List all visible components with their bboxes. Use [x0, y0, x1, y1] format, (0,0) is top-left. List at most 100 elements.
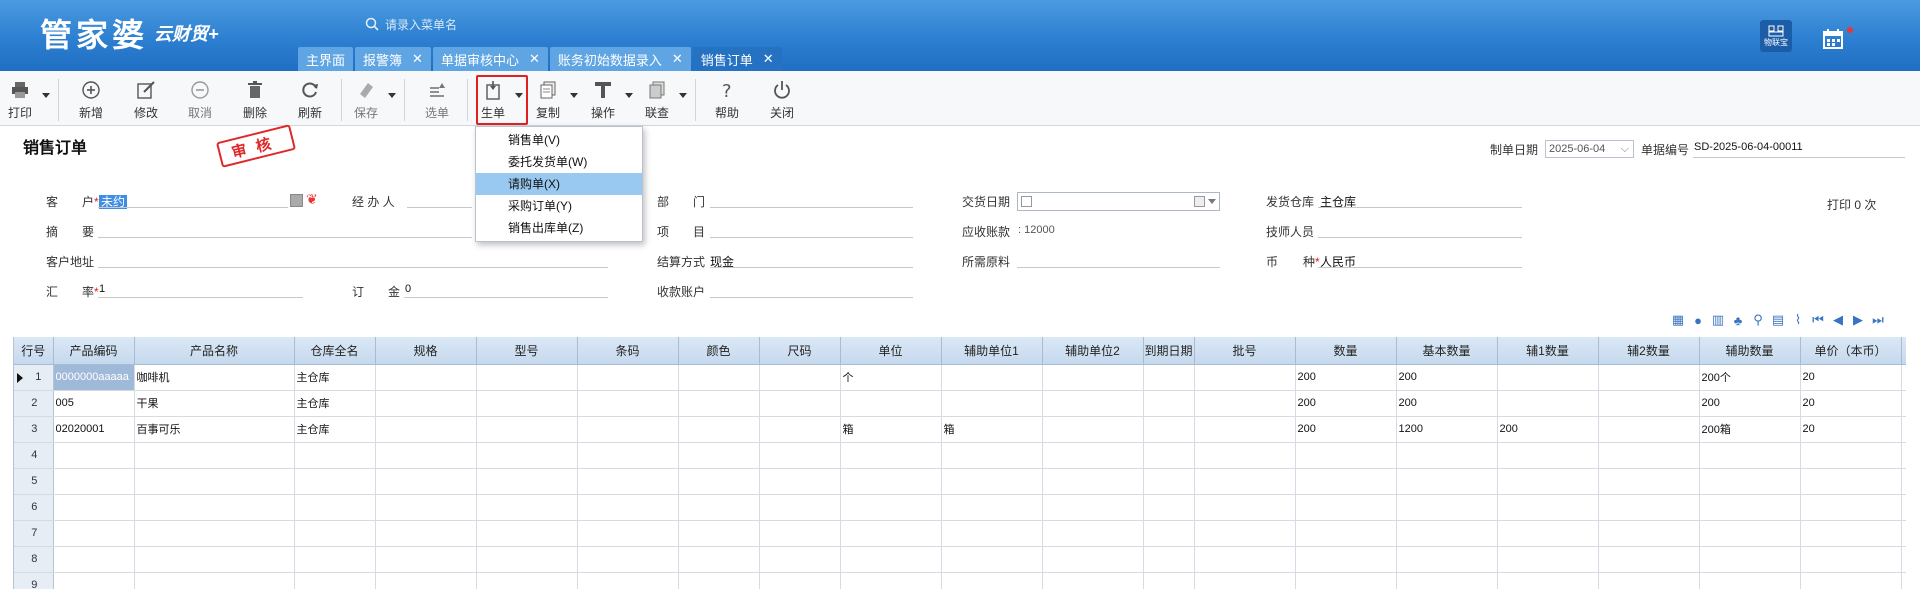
table-cell[interactable]	[759, 416, 841, 443]
table-cell[interactable]	[134, 494, 295, 521]
calculator-icon[interactable]: ▤	[1769, 311, 1787, 329]
table-cell[interactable]	[759, 572, 841, 589]
table-cell[interactable]	[1042, 546, 1144, 573]
table-cell[interactable]: 咖啡机	[134, 364, 295, 391]
deposit-value[interactable]: 0	[405, 283, 411, 295]
table-cell[interactable]	[375, 520, 477, 547]
table-cell[interactable]	[577, 416, 679, 443]
table-cell[interactable]	[759, 494, 841, 521]
table-cell[interactable]	[941, 546, 1043, 573]
material-underline[interactable]	[1017, 267, 1220, 268]
table-cell[interactable]	[941, 520, 1043, 547]
table-cell[interactable]	[134, 572, 295, 589]
trade-date-picker[interactable]	[1017, 192, 1220, 211]
table-cell[interactable]	[1800, 494, 1902, 521]
table-cell[interactable]: 主仓库	[294, 364, 376, 391]
table-cell[interactable]	[1042, 572, 1144, 589]
table-cell[interactable]	[840, 468, 942, 495]
table-cell[interactable]	[1042, 468, 1144, 495]
table-cell[interactable]	[577, 364, 679, 391]
table-cell[interactable]	[759, 468, 841, 495]
table-cell[interactable]	[941, 572, 1043, 589]
table-cell[interactable]	[1143, 416, 1195, 443]
table-cell[interactable]	[476, 390, 578, 417]
table-cell[interactable]	[53, 520, 135, 547]
table-cell[interactable]	[941, 442, 1043, 469]
dropdown-item-2[interactable]: 请购单(X)	[476, 173, 642, 195]
column-header[interactable]: 单位	[840, 337, 942, 365]
column-header[interactable]: 辅1数量	[1497, 337, 1599, 365]
table-cell[interactable]	[840, 572, 942, 589]
last-page-icon[interactable]: ⏭	[1869, 311, 1887, 329]
table-cell[interactable]	[840, 520, 942, 547]
table-cell[interactable]	[1143, 572, 1195, 589]
column-header[interactable]: 辅2数量	[1598, 337, 1700, 365]
table-cell[interactable]	[294, 520, 376, 547]
chevron-down-icon[interactable]	[1208, 199, 1216, 204]
table-cell[interactable]	[1800, 468, 1902, 495]
table-cell[interactable]	[840, 442, 942, 469]
customer-lookup-button[interactable]	[290, 194, 303, 207]
table-cell[interactable]	[678, 390, 760, 417]
table-row[interactable]: 1 0000000aaaaa 咖啡机 主仓库 个 200 200 200个 20	[14, 364, 1906, 391]
table-cell[interactable]	[375, 364, 477, 391]
table-cell[interactable]	[1598, 416, 1700, 443]
technician-underline[interactable]	[1318, 237, 1522, 238]
table-cell[interactable]	[577, 546, 679, 573]
tab-2[interactable]: 单据审核中心 ✕	[432, 47, 548, 71]
table-cell[interactable]: 200	[1396, 390, 1498, 417]
table-cell[interactable]	[678, 520, 760, 547]
table-cell[interactable]	[1295, 546, 1397, 573]
table-cell[interactable]	[1901, 520, 1906, 547]
table-cell[interactable]	[1295, 468, 1397, 495]
table-cell[interactable]	[840, 494, 942, 521]
table-cell[interactable]	[134, 468, 295, 495]
table-cell[interactable]	[1194, 364, 1296, 391]
table-cell[interactable]	[476, 442, 578, 469]
table-cell[interactable]	[678, 572, 760, 589]
dropdown-arrow-icon[interactable]	[570, 93, 578, 98]
table-cell[interactable]	[53, 494, 135, 521]
table-cell[interactable]	[1194, 572, 1296, 589]
table-cell[interactable]	[1194, 416, 1296, 443]
chart-icon[interactable]: ▥	[1709, 311, 1727, 329]
qr-icon[interactable]: ▦	[1669, 311, 1687, 329]
table-cell[interactable]: 箱	[840, 416, 942, 443]
table-cell[interactable]	[375, 546, 477, 573]
table-cell[interactable]	[577, 390, 679, 417]
toolbar-button-operate[interactable]: 操作	[583, 79, 623, 123]
table-cell[interactable]	[1396, 468, 1498, 495]
toolbar-button-edit[interactable]: 修改	[126, 79, 166, 123]
table-cell[interactable]	[1143, 546, 1195, 573]
table-cell[interactable]	[941, 390, 1043, 417]
table-row[interactable]: 3 02020001 百事可乐 主仓库 箱箱 200 1200 200 200箱 20	[14, 416, 1906, 443]
toolbar-button-select-list[interactable]: 选单	[417, 79, 457, 123]
table-cell[interactable]: 主仓库	[294, 390, 376, 417]
table-cell[interactable]	[759, 546, 841, 573]
table-cell[interactable]	[941, 468, 1043, 495]
table-cell[interactable]	[1042, 520, 1144, 547]
summary-underline[interactable]	[98, 237, 472, 238]
table-cell[interactable]	[476, 520, 578, 547]
table-cell[interactable]: 200箱	[1699, 416, 1801, 443]
date-picker[interactable]: 2025-06-04 ⌵	[1545, 140, 1634, 158]
column-header[interactable]: 颜色	[678, 337, 760, 365]
table-cell[interactable]	[1042, 494, 1144, 521]
dropdown-arrow-icon[interactable]	[42, 93, 50, 98]
table-cell[interactable]	[577, 572, 679, 589]
table-cell[interactable]	[1497, 520, 1599, 547]
dropdown-item-0[interactable]: 销售单(V)	[476, 129, 642, 151]
table-cell[interactable]	[1901, 416, 1906, 443]
table-cell[interactable]	[678, 494, 760, 521]
table-cell[interactable]	[1901, 442, 1906, 469]
table-cell[interactable]	[1699, 520, 1801, 547]
column-header[interactable]: 基本数量	[1396, 337, 1498, 365]
table-cell[interactable]	[840, 390, 942, 417]
table-cell[interactable]: 200	[1295, 390, 1397, 417]
table-cell[interactable]	[375, 442, 477, 469]
dropdown-arrow-icon[interactable]	[625, 93, 633, 98]
table-cell[interactable]	[1598, 468, 1700, 495]
dropdown-item-4[interactable]: 销售出库单(Z)	[476, 217, 642, 239]
tab-0[interactable]: 主界面	[298, 47, 354, 71]
table-cell[interactable]	[375, 390, 477, 417]
